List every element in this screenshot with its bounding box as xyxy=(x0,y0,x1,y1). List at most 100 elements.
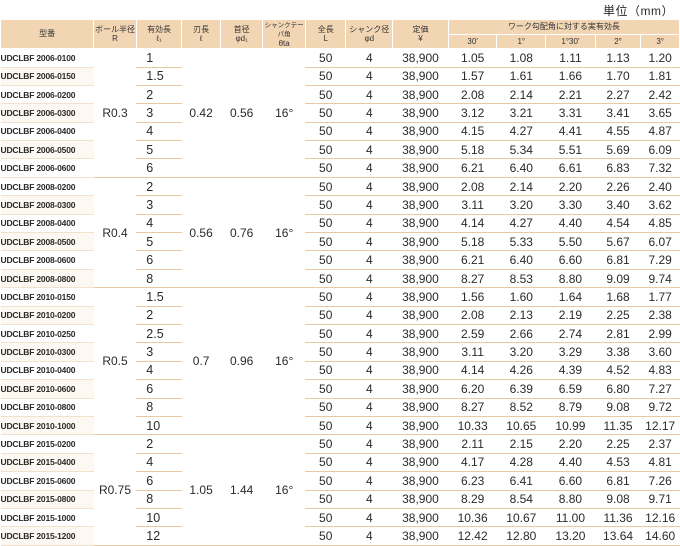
actual-length-cell: 2.74 xyxy=(545,324,596,344)
actual-length-cell: 12.16 xyxy=(640,508,680,528)
actual-length-cell: 3.20 xyxy=(496,195,546,215)
actual-length-cell: 3.20 xyxy=(496,342,546,362)
actual-length-cell: 7.27 xyxy=(640,379,680,399)
actual-length-cell: 1.56 xyxy=(448,287,497,307)
overall-length-cell: 50 xyxy=(305,471,346,491)
effective-length-cell: 3 xyxy=(136,103,182,123)
actual-length-cell: 10.99 xyxy=(545,416,596,436)
actual-length-cell: 2.66 xyxy=(496,324,546,344)
spec-table-body: UDCLBF 2006-0100 R0.3 1 0.42 0.56 16° 50 4 38,90… xyxy=(0,48,680,546)
overall-length-cell: 50 xyxy=(305,85,346,105)
effective-length-cell: 4 xyxy=(136,361,182,381)
header-angle: 1° xyxy=(496,33,547,50)
actual-length-cell: 2.37 xyxy=(640,434,680,454)
shank-diameter-cell: 4 xyxy=(345,232,393,252)
model-cell: UDCLBF 2010-0800 xyxy=(0,398,94,417)
header-ball-radius: ボール半径 R xyxy=(93,18,137,50)
actual-length-cell: 6.83 xyxy=(595,158,641,178)
model-cell: UDCLBF 2008-0800 xyxy=(0,269,94,289)
effective-length-cell: 2 xyxy=(136,85,182,105)
actual-length-cell: 1.57 xyxy=(448,67,497,86)
actual-length-cell: 1.11 xyxy=(545,48,596,68)
model-cell: UDCLBF 2010-0200 xyxy=(0,306,94,325)
price-cell: 38,900 xyxy=(392,140,449,160)
blade-length-cell: 0.56 xyxy=(181,177,221,289)
neck-diameter-cell: 0.96 xyxy=(220,287,263,436)
price-cell: 38,900 xyxy=(392,232,449,252)
shank-taper-cell: 16° xyxy=(262,287,306,436)
price-cell: 38,900 xyxy=(392,177,449,197)
neck-diameter-cell: 0.56 xyxy=(220,48,263,178)
shank-diameter-cell: 4 xyxy=(345,287,393,307)
actual-length-cell: 1.68 xyxy=(595,287,641,307)
model-cell: UDCLBF 2006-0400 xyxy=(0,122,94,142)
shank-diameter-cell: 4 xyxy=(345,67,393,86)
effective-length-cell: 6 xyxy=(136,158,182,178)
overall-length-cell: 50 xyxy=(305,250,346,270)
actual-length-cell: 4.14 xyxy=(448,214,497,234)
model-cell: UDCLBF 2015-1000 xyxy=(0,508,94,528)
shank-diameter-cell: 4 xyxy=(345,214,393,234)
actual-length-cell: 5.50 xyxy=(545,232,596,252)
actual-length-cell: 6.81 xyxy=(595,250,641,270)
effective-length-cell: 3 xyxy=(136,342,182,362)
actual-length-cell: 8.80 xyxy=(545,269,596,289)
actual-length-cell: 6.60 xyxy=(545,250,596,270)
overall-length-cell: 50 xyxy=(305,342,346,362)
actual-length-cell: 2.08 xyxy=(448,306,497,325)
model-cell: UDCLBF 2008-0600 xyxy=(0,250,94,270)
price-cell: 38,900 xyxy=(392,48,449,68)
actual-length-cell: 10.67 xyxy=(496,508,546,528)
actual-length-cell: 1.70 xyxy=(595,67,641,86)
actual-length-cell: 4.26 xyxy=(496,361,546,381)
ball-radius-cell: R0.5 xyxy=(93,287,137,436)
actual-length-cell: 5.69 xyxy=(595,140,641,160)
actual-length-cell: 2.15 xyxy=(496,434,546,454)
price-cell: 38,900 xyxy=(392,103,449,123)
actual-length-cell: 2.08 xyxy=(448,85,497,105)
actual-length-cell: 3.11 xyxy=(448,195,497,215)
header-shank-taper: シャンクテーパ角 θta xyxy=(262,18,306,50)
actual-length-cell: 8.29 xyxy=(448,490,497,509)
actual-length-cell: 8.53 xyxy=(496,269,546,289)
actual-length-cell: 7.32 xyxy=(640,158,680,178)
actual-length-cell: 4.40 xyxy=(545,214,596,234)
actual-length-cell: 6.81 xyxy=(595,471,641,491)
model-cell: UDCLBF 2010-0300 xyxy=(0,342,94,362)
price-cell: 38,900 xyxy=(392,398,449,417)
effective-length-cell: 1.5 xyxy=(136,67,182,86)
overall-length-cell: 50 xyxy=(305,67,346,86)
actual-length-cell: 2.40 xyxy=(640,177,680,197)
shank-diameter-cell: 4 xyxy=(345,342,393,362)
overall-length-cell: 50 xyxy=(305,287,346,307)
actual-length-cell: 2.26 xyxy=(595,177,641,197)
price-cell: 38,900 xyxy=(392,526,449,546)
actual-length-cell: 1.20 xyxy=(640,48,680,68)
overall-length-cell: 50 xyxy=(305,508,346,528)
effective-length-cell: 8 xyxy=(136,398,182,417)
price-cell: 38,900 xyxy=(392,416,449,436)
actual-length-cell: 10.36 xyxy=(448,508,497,528)
actual-length-cell: 13.64 xyxy=(595,526,641,546)
actual-length-cell: 4.87 xyxy=(640,122,680,142)
actual-length-cell: 6.41 xyxy=(496,471,546,491)
header-neck-diameter: 首径 φd₁ xyxy=(219,18,264,50)
actual-length-cell: 6.40 xyxy=(496,158,546,178)
header-price: 定価 ¥ xyxy=(392,18,449,50)
actual-length-cell: 3.62 xyxy=(640,195,680,215)
actual-length-cell: 4.41 xyxy=(545,122,596,142)
shank-diameter-cell: 4 xyxy=(345,306,393,325)
actual-length-cell: 2.25 xyxy=(595,434,641,454)
effective-length-cell: 2 xyxy=(136,434,182,454)
actual-length-cell: 1.05 xyxy=(448,48,497,68)
actual-length-cell: 11.36 xyxy=(595,508,641,528)
actual-length-cell: 6.23 xyxy=(448,471,497,491)
actual-length-cell: 4.27 xyxy=(496,214,546,234)
shank-diameter-cell: 4 xyxy=(345,416,393,436)
actual-length-cell: 10.33 xyxy=(448,416,497,436)
shank-diameter-cell: 4 xyxy=(345,453,393,473)
price-cell: 38,900 xyxy=(392,195,449,215)
shank-diameter-cell: 4 xyxy=(345,361,393,381)
actual-length-cell: 12.42 xyxy=(448,526,497,546)
model-cell: UDCLBF 2015-0200 xyxy=(0,434,94,454)
